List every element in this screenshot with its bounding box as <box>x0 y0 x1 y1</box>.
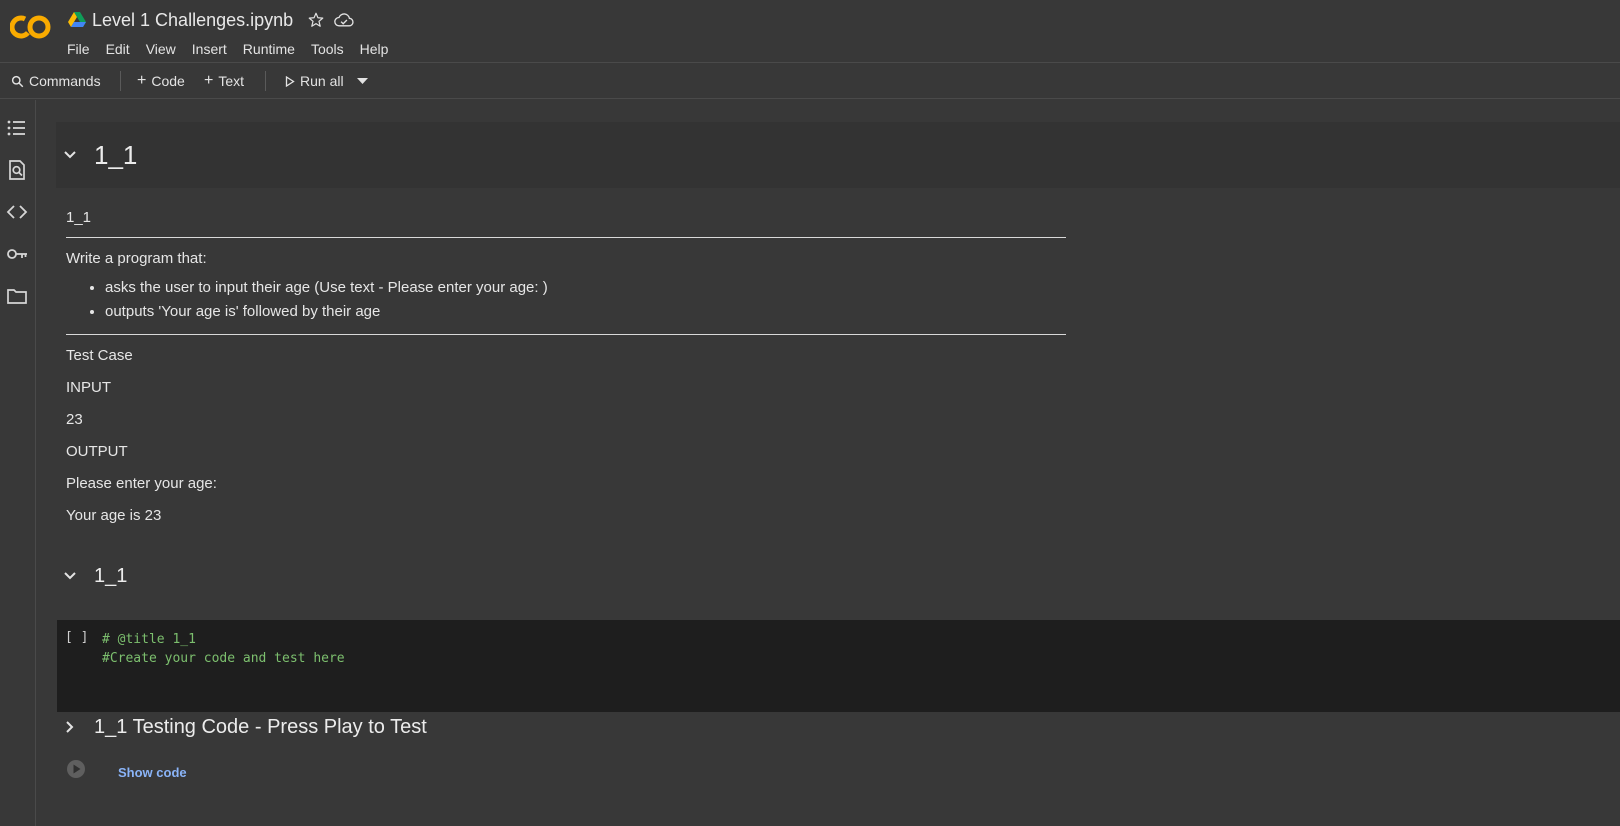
cloud-saved-icon[interactable] <box>334 12 354 28</box>
google-drive-icon[interactable] <box>68 12 86 28</box>
list-item: asks the user to input their age (Use te… <box>105 276 1066 300</box>
notebook-area: 1_1 1_1 Write a program that: asks the u… <box>36 100 1620 826</box>
notebook-title[interactable]: Level 1 Challenges.ipynb <box>92 10 293 31</box>
menu-edit[interactable]: Edit <box>106 41 138 57</box>
output-line: Please enter your age: <box>66 475 217 492</box>
run-all-button[interactable]: Run all <box>285 63 344 99</box>
add-code-cell-button[interactable]: + Code <box>137 63 185 99</box>
find-icon[interactable] <box>6 159 28 181</box>
section-title: 1_1 Testing Code - Press Play to Test <box>94 715 427 738</box>
horizontal-rule <box>66 237 1066 238</box>
input-label: INPUT <box>66 379 111 396</box>
menu-help[interactable]: Help <box>360 41 397 57</box>
toolbar-divider <box>120 71 121 91</box>
cell-heading: 1_1 <box>66 209 92 226</box>
toolbar-divider <box>265 71 266 91</box>
files-folder-icon[interactable] <box>6 285 28 307</box>
left-sidebar-rail <box>0 100 36 826</box>
code-line: # @title 1_1 <box>102 632 196 647</box>
play-outline-icon <box>285 75 295 87</box>
section-title: 1_1 <box>94 139 138 170</box>
code-snippets-icon[interactable] <box>6 201 28 223</box>
show-code-link[interactable]: Show code <box>118 765 187 780</box>
run-cell-play-icon[interactable] <box>66 759 86 779</box>
horizontal-rule <box>66 334 1066 335</box>
chevron-right-icon[interactable] <box>58 715 82 739</box>
code-line: #Create your code and test here <box>102 651 345 666</box>
menu-insert[interactable]: Insert <box>192 41 235 57</box>
input-value: 23 <box>66 411 83 428</box>
menu-file[interactable]: File <box>67 41 98 57</box>
menu-runtime[interactable]: Runtime <box>243 41 303 57</box>
code-editor[interactable]: # @title 1_1 #Create your code and test h… <box>102 630 345 668</box>
menu-bar: File Edit View Insert Runtime Tools Help <box>67 41 404 57</box>
code-cell[interactable]: [ ] # @title 1_1 #Create your code and te… <box>57 620 1620 712</box>
plus-icon: + <box>204 72 214 89</box>
toolbar: Commands + Code + Text Run all <box>0 63 1620 99</box>
toc-icon[interactable] <box>6 117 28 139</box>
app-header: Level 1 Challenges.ipynb File Edit View … <box>0 0 1620 63</box>
markdown-cell[interactable]: 1_1 Write a program that: asks the user … <box>66 205 1066 524</box>
chevron-down-icon[interactable] <box>58 143 82 167</box>
output-label: OUTPUT <box>66 443 128 460</box>
secrets-key-icon[interactable] <box>6 243 28 265</box>
output-line: Your age is 23 <box>66 507 162 524</box>
run-all-label: Run all <box>300 73 344 89</box>
section-header-1[interactable]: 1_1 <box>56 122 1620 188</box>
list-item: outputs 'Your age is' followed by their … <box>105 300 1066 324</box>
plus-icon: + <box>137 72 147 89</box>
section-header-2[interactable]: 1_1 <box>56 560 1620 592</box>
chevron-down-icon[interactable] <box>58 564 82 588</box>
section-title: 1_1 <box>94 564 128 587</box>
menu-view[interactable]: View <box>146 41 184 57</box>
star-icon[interactable] <box>307 11 325 29</box>
run-all-dropdown-icon[interactable] <box>357 77 368 85</box>
menu-tools[interactable]: Tools <box>311 41 352 57</box>
text-label: Text <box>218 73 245 89</box>
search-icon <box>11 75 24 87</box>
colab-logo-icon[interactable] <box>10 14 52 40</box>
code-label: Code <box>151 73 185 89</box>
commands-label: Commands <box>29 73 101 89</box>
run-cell-indicator[interactable]: [ ] <box>65 630 88 645</box>
requirements-list: asks the user to input their age (Use te… <box>66 276 1066 324</box>
intro-text: Write a program that: <box>66 250 207 267</box>
commands-button[interactable]: Commands <box>11 63 101 99</box>
test-case-label: Test Case <box>66 347 133 364</box>
section-header-3[interactable]: 1_1 Testing Code - Press Play to Test <box>56 711 1620 743</box>
add-text-cell-button[interactable]: + Text <box>204 63 244 99</box>
